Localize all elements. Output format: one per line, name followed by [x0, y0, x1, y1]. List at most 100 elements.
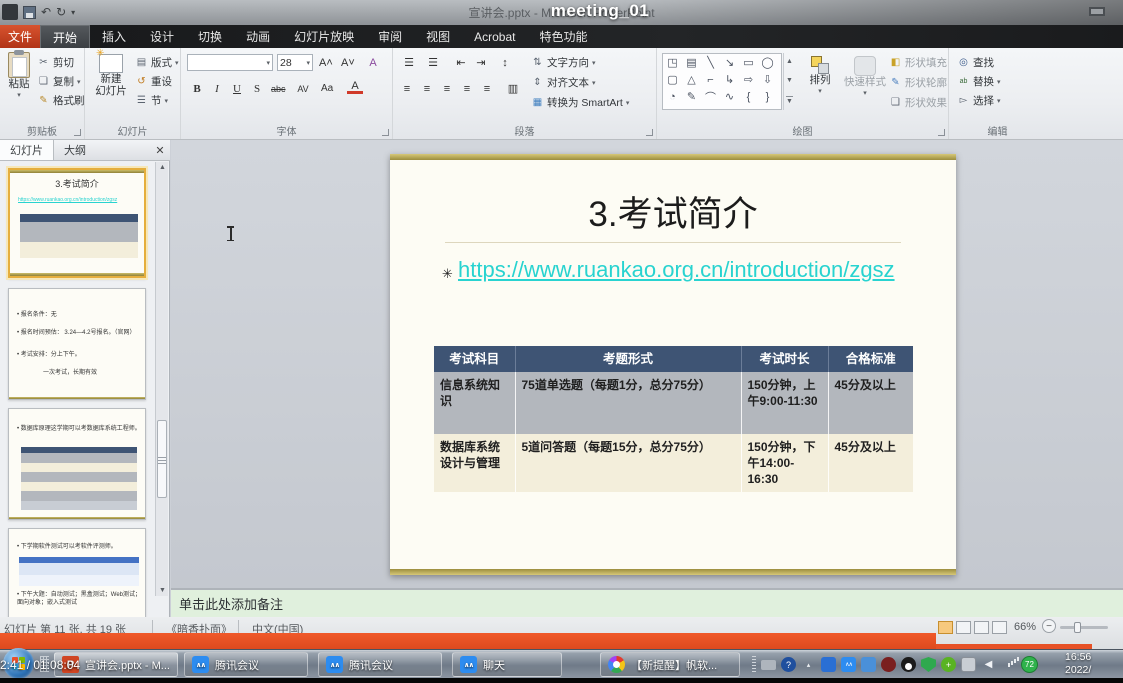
- paragraph-dialog-launcher[interactable]: [646, 129, 653, 136]
- notes-pane[interactable]: 单击此处添加备注: [171, 588, 1123, 617]
- slideshow-view-button[interactable]: [992, 621, 1007, 634]
- strikethrough-button[interactable]: abc: [269, 80, 288, 97]
- tab-file[interactable]: 文件: [0, 25, 40, 48]
- shape-glyph[interactable]: ◳: [663, 54, 682, 71]
- shapes-more-icon[interactable]: ▼: [786, 96, 793, 105]
- taskbar-meeting-button-1[interactable]: ∧∧ 腾讯会议: [184, 652, 308, 677]
- shape-glyph[interactable]: ◔: [663, 88, 682, 105]
- slide-title[interactable]: 3.考试简介: [390, 186, 956, 237]
- shapes-scroll-down-icon[interactable]: ▼: [786, 77, 793, 84]
- shape-effects-button[interactable]: ❑ 形状效果: [889, 95, 947, 110]
- tab-home[interactable]: 开始: [40, 25, 90, 48]
- zoom-slider[interactable]: [1060, 626, 1108, 629]
- clear-formatting-button[interactable]: A: [365, 54, 381, 71]
- cut-button[interactable]: ✂ 剪切: [37, 55, 74, 70]
- panel-tab-slides[interactable]: 幻灯片: [0, 140, 54, 160]
- justify-button[interactable]: ≡: [459, 80, 475, 97]
- shape-glyph[interactable]: ⇩: [758, 71, 777, 88]
- change-case-button[interactable]: Aa: [319, 80, 335, 97]
- video-app-tray-icon[interactable]: [821, 657, 836, 672]
- taskbar-clock[interactable]: 16:56 2022/: [1065, 651, 1123, 677]
- slide-thumbnail-4[interactable]: • 下学期软件测试可以考软件评测师。 • 下午大题：自动测试；黑盒测试；Web测…: [8, 528, 146, 622]
- zoom-out-button[interactable]: −: [1042, 619, 1056, 633]
- layout-button[interactable]: ▤ 版式 ▾: [135, 55, 179, 70]
- panel-scroll-up-icon[interactable]: ▲: [156, 164, 169, 171]
- font-color-button[interactable]: A: [347, 80, 363, 94]
- panel-tab-outline[interactable]: 大纲: [54, 140, 96, 160]
- security-shield-tray-icon[interactable]: [921, 657, 936, 672]
- shape-glyph[interactable]: ╲: [701, 54, 720, 71]
- slide-sorter-view-button[interactable]: [956, 621, 971, 634]
- numbering-button[interactable]: ☰: [425, 54, 441, 71]
- convert-smartart-button[interactable]: ▦ 转换为 SmartArt ▾: [531, 95, 629, 110]
- shapes-scroll-up-icon[interactable]: ▲: [786, 58, 793, 65]
- shapes-gallery[interactable]: ◳ ▤ ╲ ↘ ▭ ◯ ▢ △ ⌐ ↳ ⇨ ⇩ ◔ ✎ ⌒ ∿ { }: [662, 53, 782, 110]
- table-cell[interactable]: 45分及以上: [828, 372, 913, 434]
- quick-styles-button[interactable]: 快速样式 ▾: [839, 56, 891, 100]
- shape-glyph[interactable]: {: [739, 88, 758, 105]
- increase-indent-button[interactable]: ⇥: [473, 54, 489, 71]
- tab-slideshow[interactable]: 幻灯片放映: [282, 25, 366, 48]
- shape-glyph[interactable]: ⌒: [701, 88, 720, 105]
- help-tray-icon[interactable]: ?: [781, 657, 796, 672]
- font-size-combo[interactable]: 28 ▾: [277, 54, 313, 71]
- plugin-tray-icon[interactable]: [961, 657, 976, 672]
- taskbar-chrome-button[interactable]: 【新提醒】帆软...: [600, 652, 740, 677]
- zoom-level[interactable]: 66%: [1014, 621, 1036, 633]
- shape-glyph[interactable]: ⇨: [739, 71, 758, 88]
- tab-view[interactable]: 视图: [414, 25, 462, 48]
- paste-button[interactable]: 粘贴 ▾: [4, 52, 34, 102]
- table-header-format[interactable]: 考题形式: [515, 346, 741, 372]
- drawing-dialog-launcher[interactable]: [938, 129, 945, 136]
- shape-glyph[interactable]: ↘: [720, 54, 739, 71]
- table-cell[interactable]: 信息系统知识: [434, 372, 515, 434]
- antivirus-tray-icon[interactable]: +: [941, 657, 956, 672]
- tab-acrobat[interactable]: Acrobat: [462, 25, 527, 48]
- shape-fill-button[interactable]: ◧ 形状填充: [889, 55, 947, 70]
- panel-close-icon[interactable]: ✕: [150, 140, 170, 160]
- format-painter-button[interactable]: ✎ 格式刷: [37, 93, 85, 108]
- tab-design[interactable]: 设计: [138, 25, 186, 48]
- table-cell[interactable]: 45分及以上: [828, 434, 913, 492]
- reset-button[interactable]: ↺ 重设: [135, 74, 172, 89]
- align-left-button[interactable]: ≡: [399, 80, 415, 97]
- section-button[interactable]: ☰ 节 ▾: [135, 93, 168, 108]
- underline-button[interactable]: U: [229, 80, 245, 97]
- shape-glyph[interactable]: ∿: [720, 88, 739, 105]
- tab-transitions[interactable]: 切换: [186, 25, 234, 48]
- table-header-duration[interactable]: 考试时长: [741, 346, 828, 372]
- table-cell[interactable]: 75道单选题（每题1分，总分75分）: [515, 372, 741, 434]
- decrease-indent-button[interactable]: ⇤: [453, 54, 469, 71]
- font-dialog-launcher[interactable]: [382, 129, 389, 136]
- shapes-gallery-scroll[interactable]: ▲ ▼ ▼: [783, 53, 795, 110]
- panel-scroll-down-icon[interactable]: ▼: [156, 587, 169, 594]
- tab-insert[interactable]: 插入: [90, 25, 138, 48]
- copy-button[interactable]: ❏ 复制 ▾: [37, 74, 81, 89]
- shape-glyph[interactable]: ◯: [758, 54, 777, 71]
- italic-button[interactable]: I: [209, 80, 225, 97]
- zoom-slider-knob[interactable]: [1074, 622, 1081, 633]
- table-header-subject[interactable]: 考试科目: [434, 346, 515, 372]
- shrink-font-button[interactable]: A˅: [339, 54, 357, 71]
- shape-glyph[interactable]: ⌐: [701, 71, 720, 88]
- panel-scrollbar-thumb[interactable]: [157, 420, 167, 498]
- normal-view-button[interactable]: [938, 621, 953, 634]
- tab-special-features[interactable]: 特色功能: [527, 25, 599, 48]
- taskbar-chat-button[interactable]: ∧∧ 聊天: [452, 652, 562, 677]
- tab-animations[interactable]: 动画: [234, 25, 282, 48]
- table-cell[interactable]: 150分钟，上午9:00-11:30: [741, 372, 828, 434]
- slide-thumbnail-3[interactable]: • 数据库原理这学期可以考数据库系统工程师。: [8, 408, 146, 520]
- find-button[interactable]: ◎ 查找: [957, 55, 994, 70]
- keyboard-tray-icon[interactable]: [761, 660, 776, 670]
- slide-thumbnail-2[interactable]: • 报名条件：无 • 报名时间预估： 3.24—4.2号报名。（官网） • 考试…: [8, 288, 146, 400]
- distributed-button[interactable]: ≡: [479, 80, 495, 97]
- text-direction-button[interactable]: ⇅ 文字方向 ▾: [531, 55, 596, 70]
- align-right-button[interactable]: ≡: [439, 80, 455, 97]
- qq-penguin-tray-icon[interactable]: [901, 657, 916, 672]
- arrange-button[interactable]: 排列 ▾: [803, 56, 837, 98]
- slide-table[interactable]: 考试科目 考题形式 考试时长 合格标准 信息系统知识 75道单选题（每题1分，总…: [434, 346, 913, 492]
- shape-glyph[interactable]: ▢: [663, 71, 682, 88]
- show-hidden-icons-chevron[interactable]: ▴: [801, 657, 816, 672]
- tab-review[interactable]: 审阅: [366, 25, 414, 48]
- slide-thumbnail-1[interactable]: 3.考试简介 https://www.ruankao.org.cn/introd…: [8, 168, 146, 278]
